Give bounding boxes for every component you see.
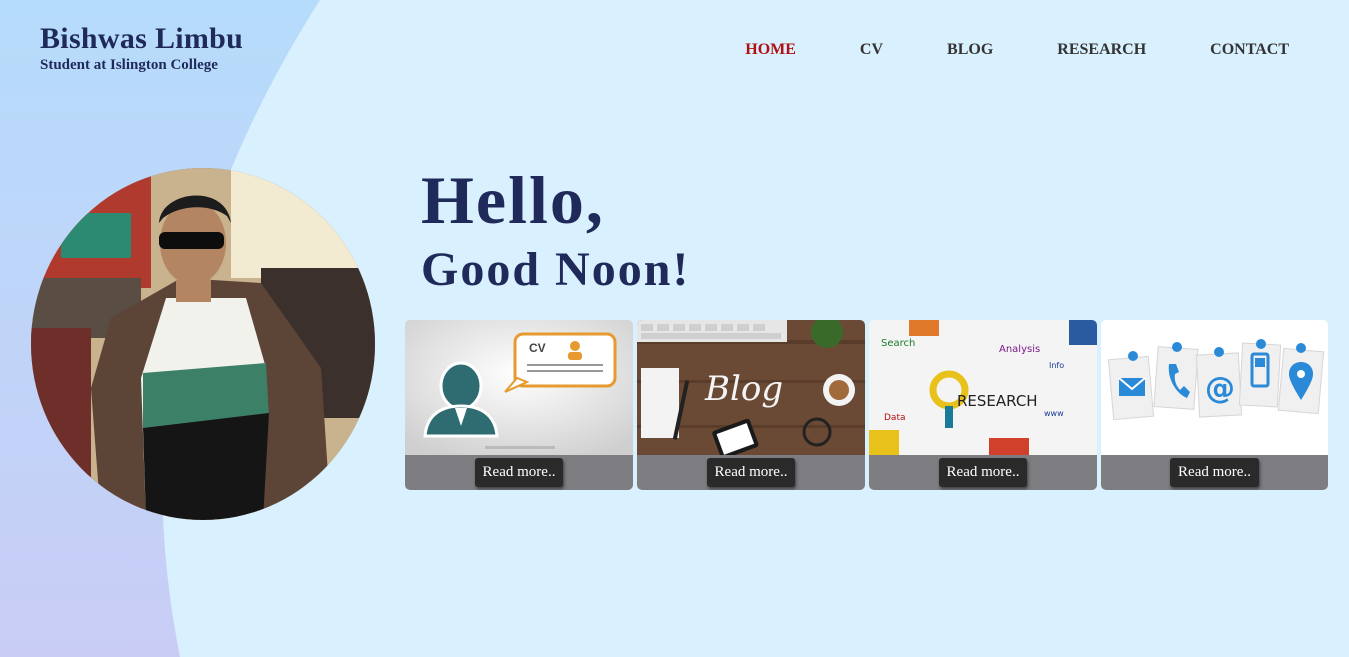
nav-item-home[interactable]: HOME: [745, 41, 796, 59]
envelope-icon: [1107, 351, 1155, 421]
card-contact: @ Read more..: [1101, 320, 1328, 490]
blog-image-label: Blog: [704, 369, 783, 409]
svg-text:Info: Info: [1049, 361, 1064, 370]
brand-name[interactable]: Bishwas Limbu: [40, 22, 243, 56]
phone-icon: [1153, 342, 1199, 410]
card-row: CV Read more.. Blog Read more.. Search A…: [405, 320, 1328, 490]
brand: Bishwas Limbu Student at Islington Colle…: [40, 22, 243, 74]
nav-item-contact[interactable]: CONTACT: [1210, 41, 1289, 59]
svg-text:www: www: [1044, 409, 1064, 418]
blog-card-image: Blog: [637, 320, 865, 455]
read-more-button-research[interactable]: Read more..: [938, 458, 1028, 487]
card-footer: Read more..: [637, 455, 865, 490]
cv-card-image: CV: [405, 320, 633, 455]
brand-subtitle: Student at Islington College: [40, 57, 218, 73]
card-footer: Read more..: [869, 455, 1097, 490]
time-greeting-heading: Good Noon!: [421, 243, 691, 296]
card-footer: Read more..: [1101, 455, 1328, 490]
hello-heading: Hello,: [421, 162, 605, 238]
nav-item-research[interactable]: RESEARCH: [1057, 41, 1146, 59]
hero-greeting: Hello, Good Noon!: [421, 162, 690, 298]
read-more-button-contact[interactable]: Read more..: [1170, 458, 1259, 487]
cv-image-label: CV: [529, 341, 546, 355]
profile-photo: [31, 168, 375, 520]
mobile-icon: [1238, 339, 1282, 408]
svg-text:Search: Search: [881, 338, 915, 349]
card-cv: CV Read more..: [405, 320, 633, 490]
card-research: Search Analysis Info Data www RESEARCH R…: [869, 320, 1097, 490]
research-card-image: Search Analysis Info Data www RESEARCH: [869, 320, 1097, 455]
read-more-button-blog[interactable]: Read more..: [706, 458, 796, 487]
email-at-icon: @: [1195, 347, 1243, 418]
read-more-button-cv[interactable]: Read more..: [474, 458, 564, 487]
main-nav: HOME CV BLOG RESEARCH CONTACT: [681, 41, 1289, 59]
location-pin-icon: [1277, 343, 1325, 415]
contact-card-image: @: [1101, 320, 1328, 455]
svg-text:Data: Data: [884, 413, 906, 423]
svg-text:Analysis: Analysis: [999, 344, 1040, 355]
card-blog: Blog Read more..: [637, 320, 865, 490]
research-image-label: RESEARCH: [957, 392, 1038, 410]
nav-item-blog[interactable]: BLOG: [947, 41, 993, 59]
nav-item-cv[interactable]: CV: [860, 41, 883, 59]
card-footer: Read more..: [405, 455, 633, 490]
svg-text:@: @: [1205, 371, 1235, 406]
